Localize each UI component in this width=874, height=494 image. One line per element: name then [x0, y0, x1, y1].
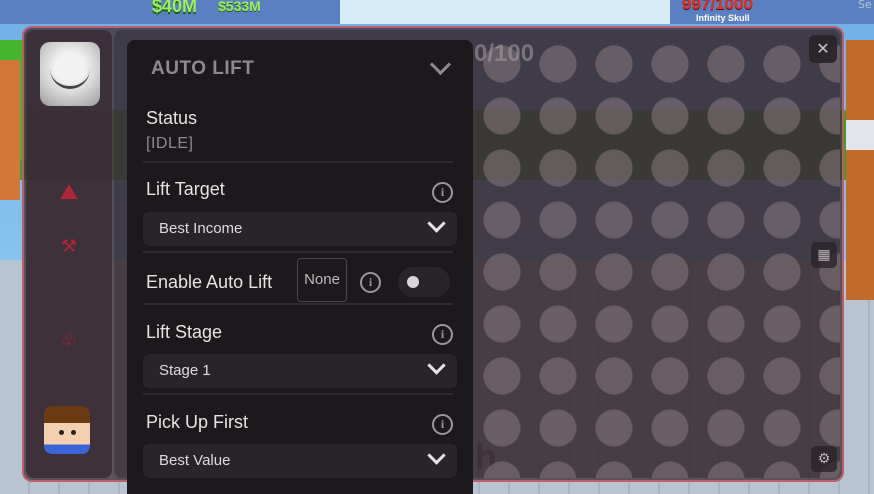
info-icon[interactable]: i: [432, 414, 453, 435]
enable-auto-lift-label: Enable Auto Lift: [146, 272, 273, 292]
lift-target-value: Best Income: [159, 220, 243, 237]
divider: [143, 251, 453, 253]
lift-target-dropdown[interactable]: Best Income: [143, 212, 457, 246]
avatar-icon[interactable]: [40, 42, 100, 106]
hud-strip: [340, 0, 670, 24]
info-icon[interactable]: i: [360, 272, 381, 293]
money-display: $40M: [152, 0, 198, 16]
pick-up-first-label: Pick Up First: [146, 412, 249, 432]
divider: [143, 303, 453, 305]
brick-wall: [846, 40, 874, 300]
lift-stage-label: Lift Stage: [146, 322, 223, 342]
enable-auto-lift-toggle[interactable]: [398, 267, 450, 297]
lift-stage-dropdown[interactable]: Stage 1: [143, 354, 457, 388]
chevron-down-icon: [427, 446, 446, 465]
pet-grid: [474, 38, 840, 478]
close-button[interactable]: ✕: [809, 35, 837, 63]
panel-title: AUTO LIFT: [151, 58, 255, 79]
footprints-icon[interactable]: ♧: [54, 330, 84, 351]
lift-target-label: Lift Target: [146, 179, 225, 199]
keybind-button[interactable]: None: [297, 258, 347, 302]
info-icon[interactable]: i: [432, 324, 453, 345]
white-block: [846, 120, 874, 150]
status-value: [IDLE]: [146, 135, 194, 152]
status-label: Status: [146, 108, 198, 128]
mountain-icon[interactable]: ⛰: [54, 180, 84, 205]
corner-text: Se: [858, 0, 872, 11]
info-icon[interactable]: i: [432, 182, 453, 203]
chevron-down-icon: [427, 356, 446, 375]
capacity-counter: 0/100: [474, 40, 535, 67]
orange-wall: [0, 60, 20, 200]
panel-header[interactable]: AUTO LIFT: [127, 40, 473, 96]
dumbbell-icon[interactable]: ⚒: [54, 236, 84, 257]
toggle-knob: [407, 276, 419, 288]
divider: [143, 393, 453, 395]
gear-icon[interactable]: ⚙: [811, 446, 837, 472]
pick-up-first-value: Best Value: [159, 452, 231, 469]
pick-up-first-dropdown[interactable]: Best Value: [143, 444, 457, 478]
divider: [143, 161, 453, 163]
player-avatar-icon[interactable]: [44, 406, 90, 454]
chevron-down-icon: [427, 214, 446, 233]
health-counter: 997/1000: [682, 0, 753, 13]
money-display-secondary: $533M: [218, 0, 261, 14]
auto-lift-panel: AUTO LIFT Status [IDLE] Lift Target i Be…: [127, 40, 473, 494]
enemy-name: Infinity Skull: [696, 13, 750, 23]
chevron-down-icon[interactable]: [429, 53, 452, 76]
grid-icon[interactable]: ▦: [811, 242, 837, 268]
lift-stage-value: Stage 1: [159, 362, 211, 379]
